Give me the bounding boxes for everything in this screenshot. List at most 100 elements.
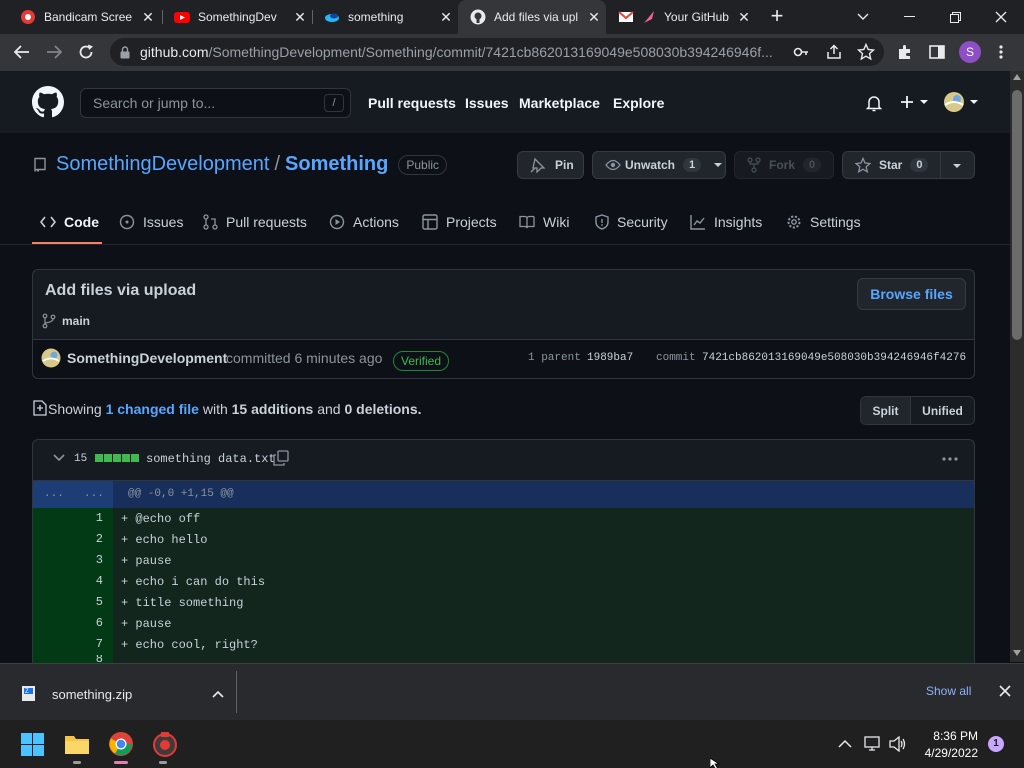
github-logo-icon[interactable] (32, 86, 64, 118)
caret-down-icon (920, 100, 928, 104)
tab-actions[interactable]: Actions (329, 210, 399, 234)
github-icon (470, 9, 486, 25)
windows-start-icon[interactable] (21, 733, 44, 756)
new-tab-button[interactable]: + (764, 4, 790, 30)
tab-pull-requests[interactable]: Pull requests (203, 210, 307, 234)
profile-avatar[interactable]: S (959, 41, 981, 63)
verified-badge[interactable]: Verified (393, 351, 450, 371)
tab-projects[interactable]: Projects (422, 210, 497, 234)
author-name[interactable]: SomethingDevelopment (67, 350, 227, 366)
more-menu-icon[interactable] (998, 44, 1004, 60)
back-button[interactable] (6, 36, 38, 68)
close-icon[interactable]: ✕ (136, 9, 160, 26)
side-panel-icon[interactable] (929, 44, 945, 60)
notification-badge[interactable]: 1 (988, 736, 1004, 752)
search-input[interactable]: Search or jump to... / (80, 88, 351, 118)
notifications-bell-icon[interactable] (866, 95, 882, 112)
file-name-link[interactable]: something data.txt (146, 452, 276, 466)
download-divider (236, 671, 237, 713)
address-bar[interactable]: github.com/SomethingDevelopment/Somethin… (110, 38, 884, 66)
unwatch-button[interactable]: Unwatch 1 (592, 151, 726, 179)
changed-files-link[interactable]: 1 changed file (106, 401, 199, 417)
tab-title: SomethingDev (198, 10, 277, 24)
reload-button[interactable] (70, 36, 102, 68)
close-icon[interactable]: ✕ (434, 9, 458, 26)
author-avatar[interactable] (41, 348, 61, 368)
download-item[interactable]: Z something.zip (14, 676, 242, 712)
extensions-icon[interactable] (897, 44, 913, 60)
expand-up-dots[interactable]: ... (44, 488, 64, 500)
tab-youtube[interactable]: SomethingDev ✕ (162, 0, 312, 34)
line-number[interactable]: 6 (33, 613, 113, 634)
tab-code[interactable]: Code (40, 210, 99, 234)
tab-github-commit[interactable]: Add files via upl ✕ (458, 0, 606, 34)
tray-chevron-up-icon[interactable] (838, 739, 852, 748)
lock-icon (120, 45, 130, 59)
share-icon[interactable] (826, 44, 842, 60)
fork-button[interactable]: Fork 0 (734, 151, 834, 179)
close-download-bar-icon[interactable] (999, 685, 1011, 697)
show-all-button[interactable]: Show all (926, 684, 971, 698)
close-icon[interactable]: ✕ (732, 9, 756, 26)
minimize-button[interactable] (886, 0, 932, 34)
tab-something[interactable]: something ✕ (312, 0, 458, 34)
pin-button[interactable]: Pin (517, 151, 584, 179)
tab-issues[interactable]: Issues (119, 210, 183, 234)
scrollbar-thumb[interactable] (1012, 90, 1022, 340)
unified-button[interactable]: Unified (911, 397, 974, 424)
close-icon[interactable]: ✕ (582, 9, 606, 26)
tab-wiki[interactable]: Wiki (519, 210, 569, 234)
window-close-button[interactable] (978, 0, 1024, 34)
tab-title: something (348, 10, 404, 24)
browse-files-button[interactable]: Browse files (857, 278, 966, 310)
search-shortcut-key: / (324, 94, 344, 112)
scroll-down-arrow-icon[interactable] (1013, 650, 1021, 658)
line-content: + pause (121, 553, 172, 568)
collapse-chevron-icon[interactable] (53, 454, 65, 462)
line-number[interactable]: 3 (33, 550, 113, 571)
clock-time[interactable]: 8:36 PM (920, 729, 978, 743)
split-button[interactable]: Split (861, 397, 911, 424)
bandicam-icon (20, 9, 36, 25)
star-bookmark-icon[interactable] (857, 43, 875, 61)
branch-name[interactable]: main (62, 314, 90, 328)
bandicam-taskbar-icon[interactable] (152, 731, 178, 757)
parent-sha-link[interactable]: 1989ba7 (587, 352, 633, 364)
scroll-up-arrow-icon[interactable] (1013, 74, 1021, 82)
nav-marketplace[interactable]: Marketplace (519, 95, 600, 111)
create-new-menu[interactable] (900, 95, 929, 109)
volume-icon[interactable] (889, 736, 907, 752)
tab-search-icon[interactable] (840, 0, 886, 34)
nav-explore[interactable]: Explore (613, 95, 664, 111)
repo-title: SomethingDevelopment / Something Public (56, 153, 448, 176)
line-number[interactable]: 2 (33, 529, 113, 550)
network-icon[interactable] (864, 736, 882, 752)
line-number[interactable]: 4 (33, 571, 113, 592)
line-number[interactable]: 8 (33, 655, 113, 663)
copy-icon[interactable] (273, 450, 289, 466)
clock-date[interactable]: 4/29/2022 (914, 746, 978, 760)
nav-issues[interactable]: Issues (465, 95, 509, 111)
kebab-menu-icon[interactable] (942, 457, 958, 461)
repo-name-link[interactable]: Something (285, 153, 388, 176)
file-explorer-icon[interactable] (64, 733, 90, 755)
star-list-caret-icon[interactable] (952, 163, 962, 169)
line-number[interactable]: 1 (33, 508, 113, 529)
line-number[interactable]: 5 (33, 592, 113, 613)
user-menu[interactable] (943, 91, 979, 113)
repo-owner-link[interactable]: SomethingDevelopment (56, 153, 269, 176)
chrome-icon[interactable] (108, 731, 134, 757)
key-icon[interactable] (793, 44, 809, 60)
line-number[interactable]: 7 (33, 634, 113, 655)
tab-gmail[interactable]: Your GitHub ✕ (606, 0, 756, 34)
tab-settings[interactable]: Settings (786, 210, 861, 234)
forward-button[interactable] (38, 36, 70, 68)
close-icon[interactable]: ✕ (288, 9, 312, 26)
expand-down-dots[interactable]: ... (84, 488, 104, 500)
tab-bandicam[interactable]: Bandicam Scree ✕ (8, 0, 160, 34)
tab-security[interactable]: Security (595, 210, 668, 234)
nav-pull-requests[interactable]: Pull requests (368, 95, 456, 111)
branch-icon (42, 313, 56, 329)
tab-insights[interactable]: Insights (690, 210, 762, 234)
restore-button[interactable] (932, 0, 978, 34)
